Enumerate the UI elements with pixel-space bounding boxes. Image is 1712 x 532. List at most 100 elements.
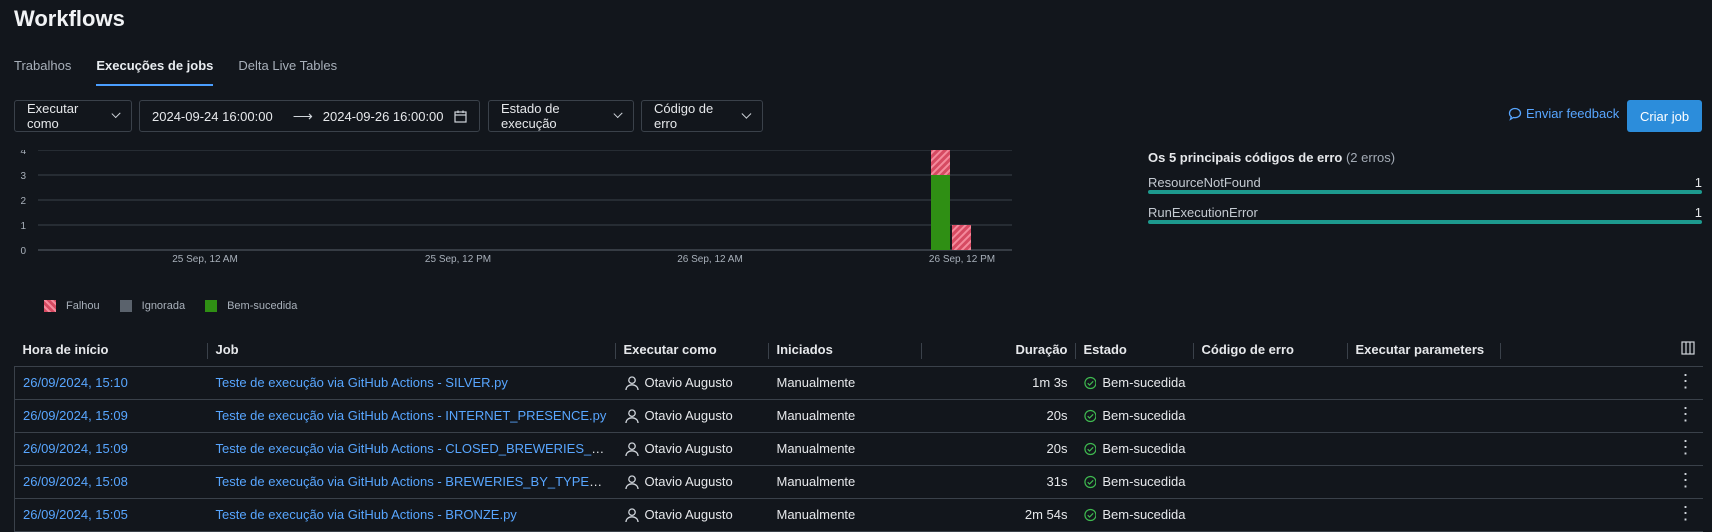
- calendar-icon[interactable]: [454, 110, 467, 123]
- error-code-cell: [1193, 366, 1348, 400]
- kebab-menu-icon[interactable]: ⋮: [1677, 470, 1695, 490]
- duration-cell: 20s: [921, 399, 1076, 433]
- legend-label: Falhou: [66, 300, 100, 312]
- error-code-bar: [1148, 190, 1702, 194]
- chevron-down-icon: [111, 108, 121, 118]
- date-range-picker[interactable]: 2024-09-24 16:00:00 ⟶ 2024-09-26 16:00:0…: [139, 100, 480, 132]
- kebab-menu-icon[interactable]: ⋮: [1677, 404, 1695, 424]
- duration-cell: 2m 54s: [921, 498, 1076, 532]
- state-cell: Bem-sucedida: [1075, 399, 1194, 433]
- legend-item-bem-sucedida[interactable]: Bem-sucedida: [205, 300, 297, 312]
- col-triggered[interactable]: Iniciados: [768, 334, 922, 367]
- table-row[interactable]: 26/09/2024, 15:10 Teste de execução via …: [14, 366, 1703, 400]
- run-as-filter[interactable]: Executar como: [14, 100, 132, 132]
- table-row[interactable]: 26/09/2024, 15:05 Teste de execução via …: [14, 498, 1703, 532]
- row-actions[interactable]: ⋮: [1500, 498, 1703, 532]
- kebab-menu-icon[interactable]: ⋮: [1677, 437, 1695, 457]
- run-state-filter[interactable]: Estado de execução: [488, 100, 634, 132]
- chart-grid: 0 1 2 3 4: [20, 150, 1012, 257]
- speech-bubble-icon: [1508, 107, 1522, 121]
- triggered-cell: Manualmente: [768, 498, 922, 532]
- y-tick-label: 1: [20, 221, 26, 232]
- job-name-link[interactable]: Teste de execução via GitHub Actions - B…: [207, 498, 616, 532]
- state-cell: Bem-sucedida: [1075, 498, 1194, 532]
- tab-execucoes-de-jobs[interactable]: Execuções de jobs: [96, 58, 214, 86]
- job-name-link[interactable]: Teste de execução via GitHub Actions - B…: [207, 465, 616, 499]
- state-label: Bem-sucedida: [1102, 507, 1186, 522]
- job-name-link[interactable]: Teste de execução via GitHub Actions - S…: [207, 366, 616, 400]
- user-icon: [624, 375, 639, 390]
- col-run-parameters[interactable]: Executar parameters: [1347, 334, 1501, 367]
- job-name-link[interactable]: Teste de execução via GitHub Actions - C…: [207, 432, 616, 466]
- check-circle-icon: [1083, 376, 1097, 389]
- kebab-menu-icon[interactable]: ⋮: [1677, 503, 1695, 523]
- start-time-link[interactable]: 26/09/2024, 15:09: [14, 432, 208, 466]
- duration-cell: 31s: [921, 465, 1076, 499]
- error-count: (2 erros): [1345, 150, 1396, 165]
- run-as-cell: Otavio Augusto: [615, 399, 769, 433]
- triggered-cell: Manualmente: [768, 465, 922, 499]
- legend-item-falhou[interactable]: Falhou: [44, 300, 100, 312]
- job-runs-table: Hora de início Job Executar como Iniciad…: [14, 334, 1703, 532]
- col-error-code[interactable]: Código de erro: [1193, 334, 1348, 367]
- chevron-down-icon: [741, 108, 752, 118]
- start-time-link[interactable]: 26/09/2024, 15:05: [14, 498, 208, 532]
- top-error-codes-title: Os 5 principais códigos de erro (2 erros…: [1148, 150, 1702, 165]
- user-name: Otavio Augusto: [644, 441, 733, 456]
- user-icon: [624, 441, 639, 456]
- state-cell: Bem-sucedida: [1075, 366, 1194, 400]
- y-tick-label: 2: [20, 196, 26, 207]
- legend-swatch: [119, 300, 132, 312]
- col-run-as[interactable]: Executar como: [615, 334, 769, 367]
- date-to-value: 2024-09-26 16:00:00: [322, 108, 444, 124]
- tab-trabalhos[interactable]: Trabalhos: [14, 58, 71, 86]
- table-row[interactable]: 26/09/2024, 15:08 Teste de execução via …: [14, 465, 1703, 499]
- chart-x-ticks: 25 Sep, 12 AM 25 Sep, 12 PM 26 Sep, 12 AM 2…: [172, 254, 995, 265]
- run-state-filter-label: Estado de execução: [501, 101, 560, 131]
- error-code-filter[interactable]: Código de erro: [641, 100, 763, 132]
- error-code-row[interactable]: ResourceNotFound 1: [1148, 175, 1702, 195]
- table-row[interactable]: 26/09/2024, 15:09 Teste de execução via …: [14, 432, 1703, 466]
- run-as-cell: Otavio Augusto: [615, 498, 769, 532]
- columns-icon: [1680, 341, 1695, 355]
- col-job[interactable]: Job: [207, 334, 616, 367]
- kebab-menu-icon[interactable]: ⋮: [1677, 371, 1695, 391]
- x-tick-label: 25 Sep, 12 AM: [172, 254, 238, 265]
- bar-bem-sucedida[interactable]: [931, 175, 950, 250]
- x-tick-label: 26 Sep, 12 AM: [677, 254, 743, 265]
- legend-item-ignorada[interactable]: Ignorada: [119, 300, 185, 312]
- run-parameters-cell: [1347, 366, 1501, 400]
- send-feedback-link[interactable]: Enviar feedback: [1508, 106, 1619, 121]
- create-job-button[interactable]: Criar job: [1627, 100, 1702, 132]
- check-circle-icon: [1083, 475, 1097, 488]
- chart-legend: Falhou Ignorada Bem-sucedida: [44, 300, 297, 312]
- start-time-link[interactable]: 26/09/2024, 15:08: [14, 465, 208, 499]
- send-feedback-label: Enviar feedback: [1526, 106, 1620, 121]
- job-name-link[interactable]: Teste de execução via GitHub Actions - I…: [207, 399, 616, 433]
- table-row[interactable]: 26/09/2024, 15:09 Teste de execução via …: [14, 399, 1703, 433]
- col-state[interactable]: Estado: [1075, 334, 1194, 367]
- user-icon: [624, 474, 639, 489]
- chevron-down-icon: [613, 108, 623, 118]
- col-start-time[interactable]: Hora de início: [14, 334, 208, 367]
- error-code-cell: [1193, 432, 1348, 466]
- run-parameters-cell: [1347, 465, 1501, 499]
- y-tick-label: 3: [20, 171, 26, 182]
- bar-falhou[interactable]: [931, 150, 950, 175]
- col-duration[interactable]: Duração: [921, 334, 1076, 367]
- row-actions[interactable]: ⋮: [1500, 399, 1703, 433]
- x-tick-label: 25 Sep, 12 PM: [425, 254, 491, 265]
- error-code-row[interactable]: RunExecutionError 1: [1148, 205, 1702, 225]
- tab-bar: Trabalhos Execuções de jobs Delta Live T…: [14, 58, 337, 86]
- row-actions[interactable]: ⋮: [1500, 366, 1703, 400]
- start-time-link[interactable]: 26/09/2024, 15:09: [14, 399, 208, 433]
- run-parameters-cell: [1347, 432, 1501, 466]
- column-settings-button[interactable]: [1500, 334, 1703, 367]
- tab-delta-live-tables[interactable]: Delta Live Tables: [238, 58, 337, 86]
- top-error-codes-panel: Os 5 principais códigos de erro (2 erros…: [1148, 150, 1702, 225]
- row-actions[interactable]: ⋮: [1500, 465, 1703, 499]
- state-label: Bem-sucedida: [1102, 408, 1186, 423]
- start-time-link[interactable]: 26/09/2024, 15:10: [14, 366, 208, 400]
- row-actions[interactable]: ⋮: [1500, 432, 1703, 466]
- bar-falhou[interactable]: [952, 225, 971, 250]
